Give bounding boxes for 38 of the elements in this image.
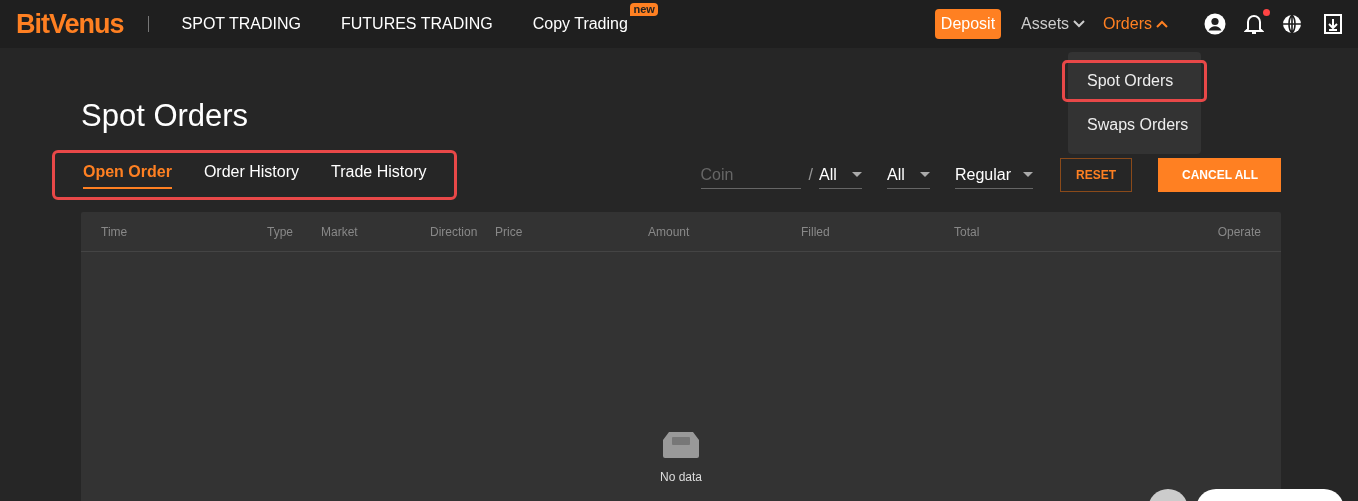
- column-header: Price: [495, 224, 524, 239]
- tab[interactable]: Open Order: [83, 163, 172, 189]
- page-title: Spot Orders: [81, 98, 249, 134]
- caret-icon: [920, 171, 930, 178]
- filter-select[interactable]: All: [887, 161, 930, 189]
- new-badge: new: [630, 3, 658, 16]
- dropdown-item[interactable]: Swaps Orders: [1062, 104, 1207, 146]
- user-icon[interactable]: [1204, 13, 1226, 35]
- column-header: Amount: [648, 224, 691, 239]
- caret-icon: [1023, 171, 1033, 178]
- chevron-icon: [1156, 20, 1168, 28]
- tab[interactable]: Order History: [203, 163, 300, 189]
- nav-link[interactable]: SPOT TRADING: [181, 15, 301, 33]
- logo[interactable]: BitVenus: [16, 8, 124, 40]
- nav-menu[interactable]: Orders: [1103, 15, 1168, 33]
- download-icon[interactable]: [1324, 14, 1342, 34]
- empty-text: No data: [660, 470, 702, 484]
- column-header: Filled: [801, 224, 831, 239]
- column-header: Market: [321, 224, 359, 239]
- filter-select[interactable]: All: [819, 161, 862, 189]
- dropdown-item[interactable]: Spot Orders: [1062, 60, 1207, 102]
- column-header: Time: [101, 224, 129, 239]
- nav-menu[interactable]: Assets: [1021, 15, 1086, 33]
- tab[interactable]: Trade History: [331, 163, 427, 189]
- globe-icon[interactable]: [1282, 14, 1302, 34]
- coin-field[interactable]: Coin: [700, 161, 801, 189]
- reset-button[interactable]: RESET: [1060, 158, 1132, 192]
- column-header: Total: [954, 224, 981, 239]
- column-header: Direction: [430, 224, 479, 239]
- filter-select[interactable]: Regular: [955, 161, 1033, 189]
- column-header: Operate: [1216, 224, 1261, 239]
- separator: /: [808, 166, 813, 184]
- caret-icon: [852, 171, 862, 178]
- nav-link[interactable]: FUTURES TRADING: [340, 15, 493, 33]
- bell-icon[interactable]: [1244, 13, 1264, 35]
- chevron-icon: [1073, 20, 1086, 28]
- column-header: Type: [267, 224, 294, 239]
- empty-box-icon: [663, 432, 699, 458]
